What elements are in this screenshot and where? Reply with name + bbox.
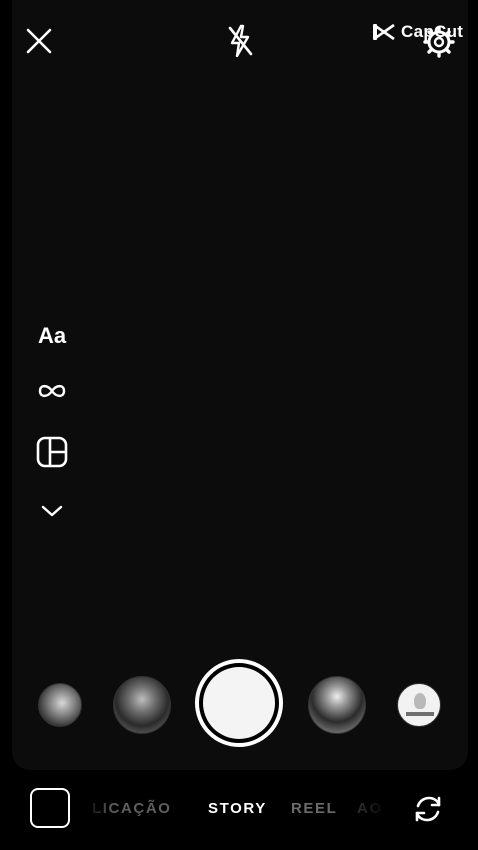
text-tool-button[interactable]: Aa [28,320,76,352]
infinity-icon [38,384,66,398]
layout-tool-button[interactable] [28,434,76,470]
watermark-text: CapCut [401,22,464,41]
camera-mode-selector: LICAÇÃO STORY REEL AO [88,800,388,820]
mode-fade-right [350,796,390,824]
thumbnail-logo-bar [406,712,434,716]
capcut-watermark: CapCut [372,20,463,44]
camera-screen: CapCut Aa LICAÇÃO STORY REEL [0,0,478,850]
recent-media-thumbnail[interactable] [397,683,441,727]
recent-media-thumbnail[interactable] [113,676,171,734]
layout-grid-icon [36,436,68,468]
text-tool-label: Aa [37,323,67,348]
close-button[interactable] [22,24,56,58]
capcut-logo-icon [373,23,395,41]
shutter-button[interactable] [195,659,283,747]
flip-camera-icon [415,796,441,822]
more-tools-button[interactable] [28,498,76,524]
flash-off-icon [228,24,253,58]
camera-viewfinder[interactable] [12,0,468,770]
thumbnail-logo-mark [414,693,426,709]
boomerang-tool-button[interactable] [28,376,76,406]
flip-camera-button[interactable] [409,790,447,828]
flash-toggle-button[interactable] [222,22,258,60]
recent-media-thumbnail[interactable] [308,676,366,734]
mode-story[interactable]: STORY [208,800,267,817]
mode-fade-left [86,796,112,824]
shutter-inner-circle [203,667,275,739]
close-icon [26,28,52,54]
mode-reel[interactable]: REEL [291,800,337,817]
gallery-button[interactable] [30,788,70,828]
recent-media-thumbnail[interactable] [38,683,82,727]
chevron-down-icon [41,505,63,517]
